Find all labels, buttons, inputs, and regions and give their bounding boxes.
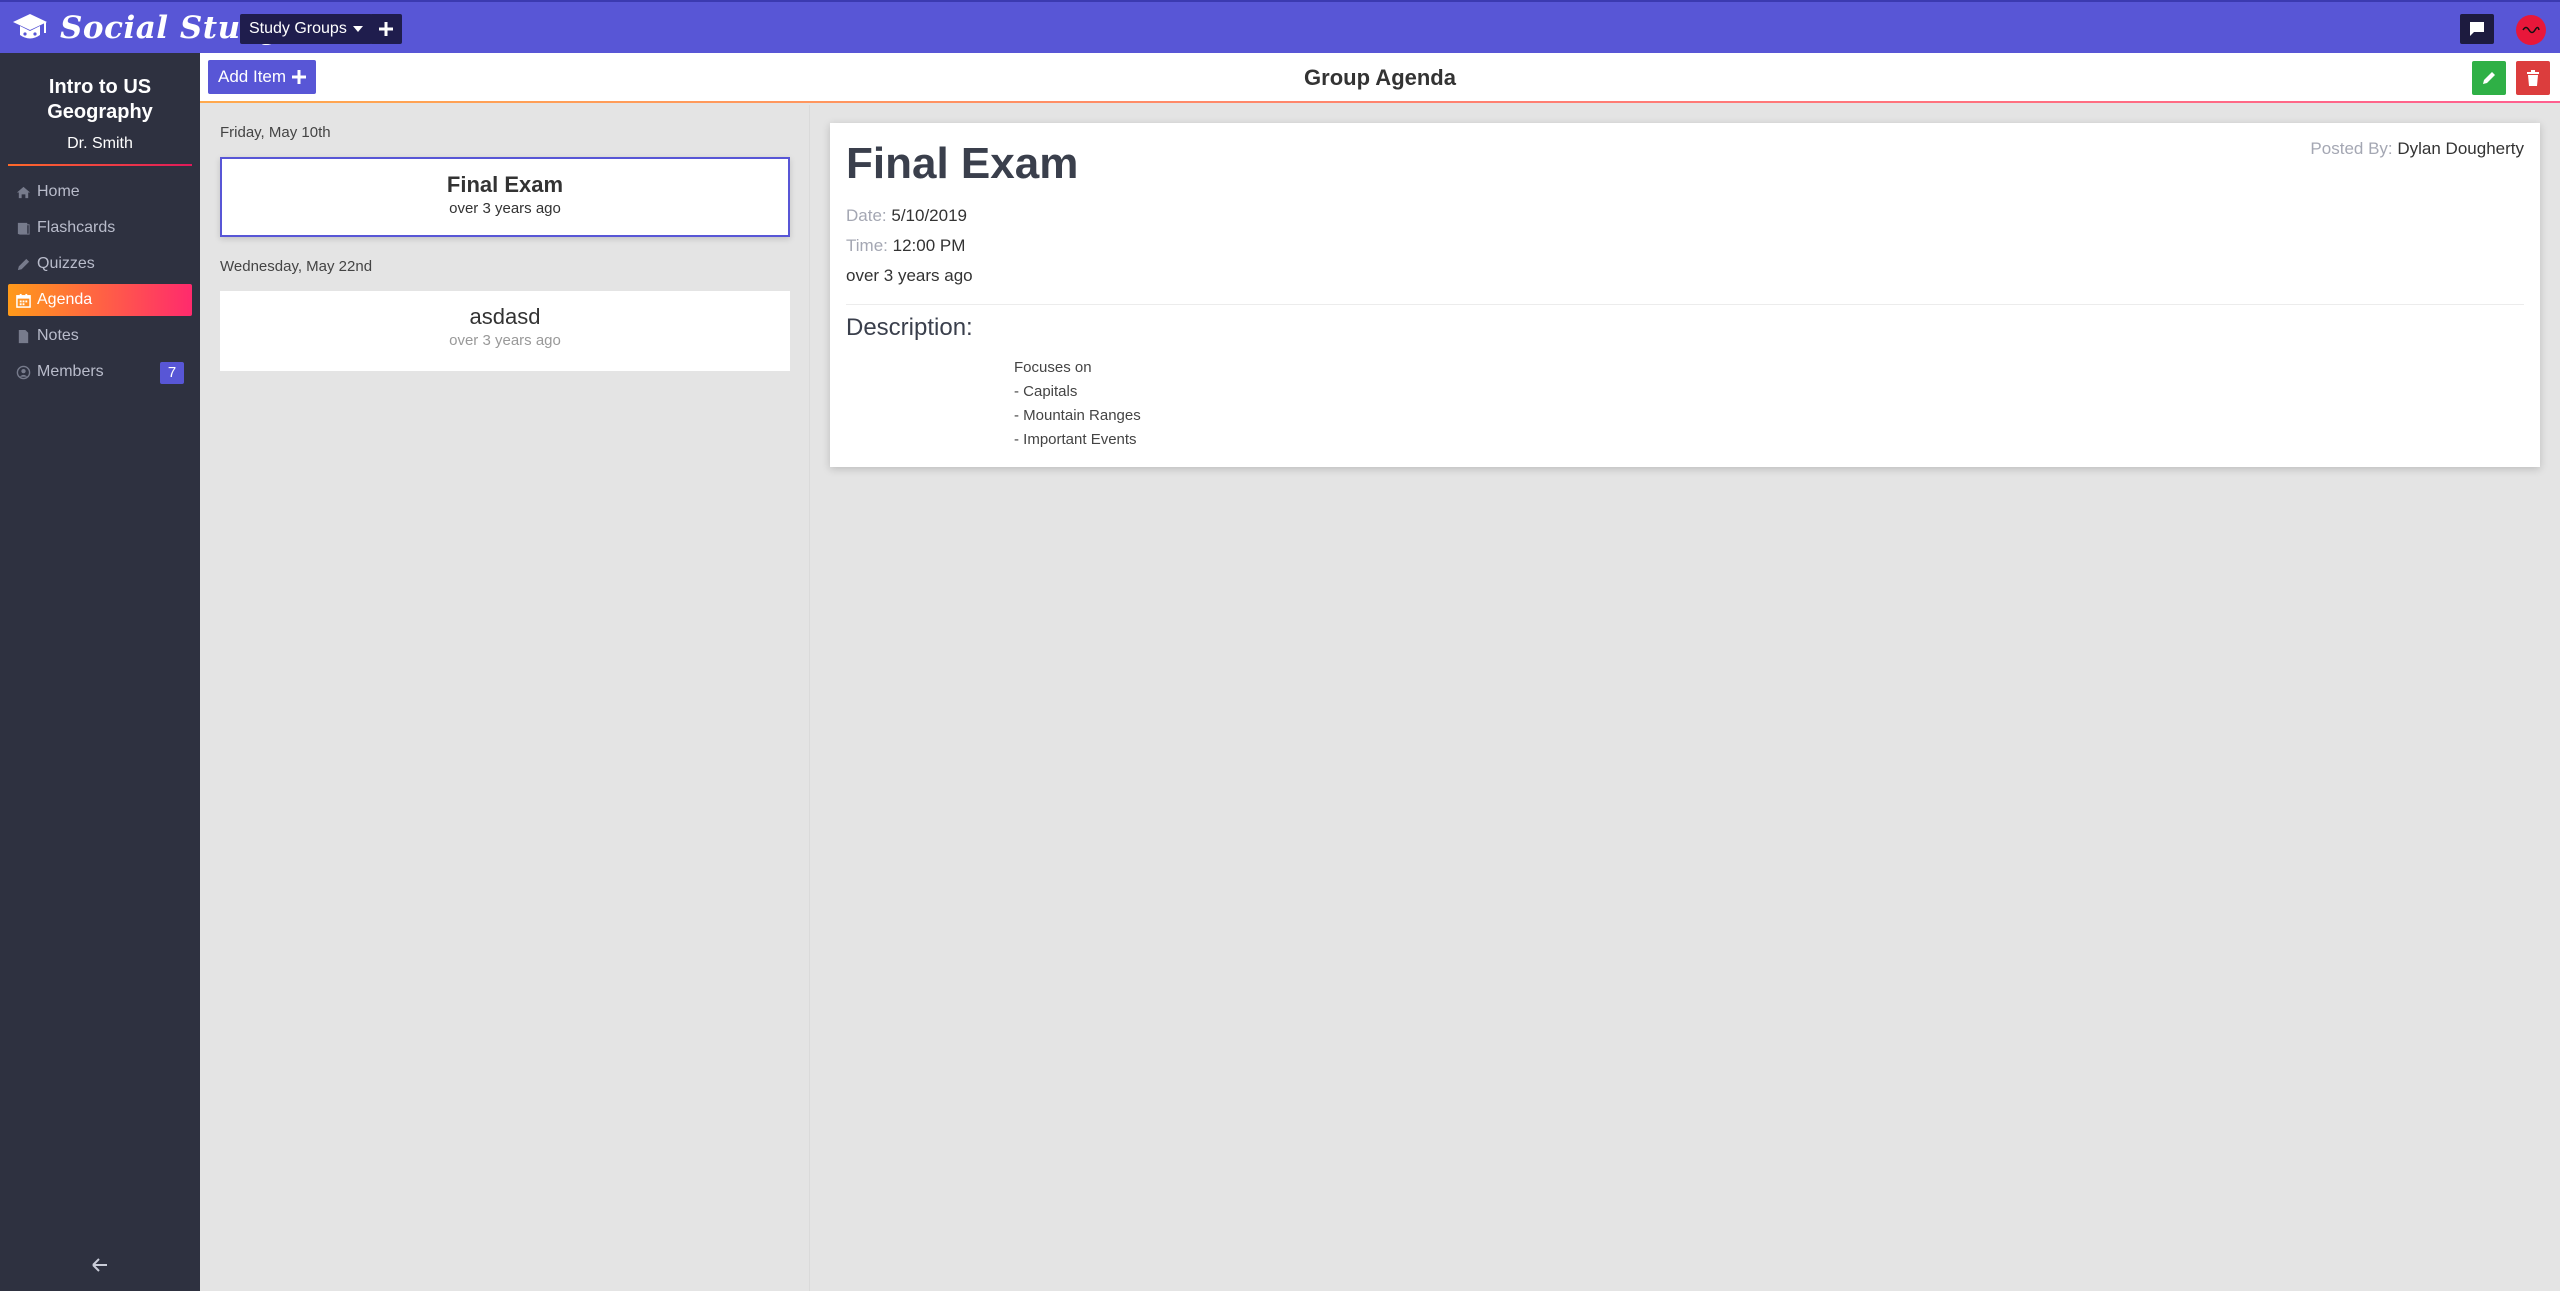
time-label: Time: xyxy=(846,236,888,255)
agenda-list: Friday, May 10th Final Exam over 3 years… xyxy=(200,105,810,1291)
detail-time: Time: 12:00 PM xyxy=(846,236,965,256)
study-groups-dropdown[interactable]: Study Groups xyxy=(240,14,372,44)
add-group-button[interactable] xyxy=(370,14,402,44)
plus-icon xyxy=(379,22,393,36)
collapse-sidebar-button[interactable] xyxy=(88,1253,112,1277)
chat-icon xyxy=(2470,22,2484,36)
page-title: Group Agenda xyxy=(1304,65,1456,90)
detail-divider xyxy=(846,304,2524,305)
sidebar-item-home[interactable]: Home xyxy=(8,176,192,208)
calendar-icon xyxy=(16,293,31,308)
agenda-item-title: Final Exam xyxy=(446,172,564,197)
agenda-item-title: asdasd xyxy=(469,304,541,329)
description-line: - Capitals xyxy=(1014,383,1078,400)
posted-by-name: Dylan Dougherty xyxy=(2397,139,2524,158)
detail-date: Date: 5/10/2019 xyxy=(846,206,967,226)
home-icon xyxy=(16,186,31,198)
sidebar-item-label: Agenda xyxy=(37,291,93,308)
chat-button[interactable] xyxy=(2460,14,2494,44)
pencil-icon xyxy=(17,258,30,270)
agenda-detail-panel: Final Exam Posted By: Dylan Dougherty Da… xyxy=(830,123,2540,467)
group-title: Intro to US Geography xyxy=(47,76,153,123)
group-owner: Dr. Smith xyxy=(67,135,133,152)
sidebar-item-members[interactable]: Members 7 xyxy=(8,356,192,388)
time-value: 12:00 PM xyxy=(892,236,966,255)
sidebar-item-notes[interactable]: Notes xyxy=(8,320,192,352)
description-line: - Mountain Ranges xyxy=(1014,407,1141,424)
top-navbar: Social Study Study Groups xyxy=(0,0,2560,53)
posted-by-label: Posted By: xyxy=(2310,139,2393,158)
pencil-icon xyxy=(2483,72,2495,84)
sidebar-item-flashcards[interactable]: Flashcards xyxy=(8,212,192,244)
agenda-date-label: Wednesday, May 22nd xyxy=(220,258,373,275)
flashcards-icon xyxy=(17,222,30,235)
sidebar-item-label: Flashcards xyxy=(37,219,116,236)
sidebar-nav: Home Flashcards Quizzes Agenda Notes Mem… xyxy=(8,176,192,392)
agenda-date-label: Friday, May 10th xyxy=(220,124,331,141)
user-icon xyxy=(16,365,31,379)
agenda-item-time: over 3 years ago xyxy=(449,200,561,217)
description-line: - Important Events xyxy=(1014,431,1137,448)
avatar-scribble-icon xyxy=(2522,26,2540,34)
study-groups-label: Study Groups xyxy=(249,20,347,37)
sidebar-item-label: Members xyxy=(37,363,104,380)
sidebar-item-agenda[interactable]: Agenda xyxy=(8,284,192,316)
edit-button[interactable] xyxy=(2472,61,2506,95)
sidebar-divider xyxy=(8,164,192,166)
posted-by: Posted By: Dylan Dougherty xyxy=(2310,139,2524,159)
sidebar-item-label: Notes xyxy=(37,327,79,344)
graduation-cap-icon xyxy=(13,14,47,39)
sidebar-item-quizzes[interactable]: Quizzes xyxy=(8,248,192,280)
sidebar-item-label: Home xyxy=(37,183,80,200)
notes-icon xyxy=(18,329,29,343)
description-line: Focuses on xyxy=(1014,359,1092,376)
trash-icon xyxy=(2527,70,2539,86)
delete-button[interactable] xyxy=(2516,61,2550,95)
arrow-left-icon xyxy=(92,1258,107,1272)
description-heading: Description: xyxy=(846,314,973,341)
date-value: 5/10/2019 xyxy=(891,206,968,225)
agenda-item-time: over 3 years ago xyxy=(449,332,561,349)
caret-down-icon xyxy=(352,26,363,32)
agenda-item-card[interactable]: Final Exam over 3 years ago xyxy=(220,157,790,237)
sidebar-item-label: Quizzes xyxy=(37,255,95,272)
description-body: Focuses on - Capitals - Mountain Ranges … xyxy=(1014,356,1141,452)
content-header: Add Item Group Agenda xyxy=(200,53,2560,103)
agenda-item-card[interactable]: asdasd over 3 years ago xyxy=(220,291,790,371)
members-count-badge: 7 xyxy=(160,362,184,384)
detail-title: Final Exam xyxy=(846,139,1079,188)
user-avatar[interactable] xyxy=(2516,15,2546,45)
sidebar: Intro to US Geography Dr. Smith Home Fla… xyxy=(0,53,200,1291)
detail-relative-time: over 3 years ago xyxy=(846,266,973,285)
date-label: Date: xyxy=(846,206,887,225)
